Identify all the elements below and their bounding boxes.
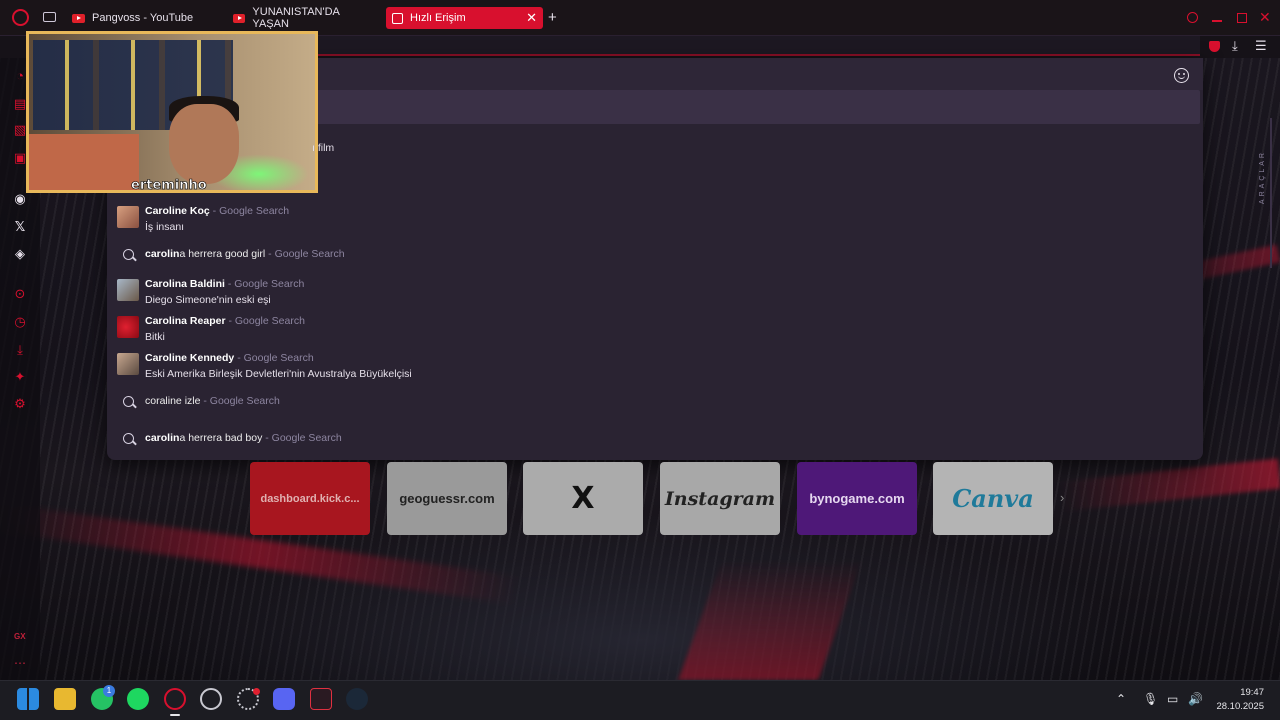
person-thumbnail — [117, 206, 139, 228]
speed-dial-x[interactable]: X — [523, 462, 643, 535]
suggestion-subtitle: İş insanı — [145, 221, 185, 233]
file-explorer-icon[interactable] — [54, 688, 76, 710]
suggestion-bold: Caroline Koç — [145, 205, 210, 217]
suggestion-subtitle: Eski Amerika Birleşik Devletleri'nin Avu… — [145, 368, 412, 380]
speed-dial-bynogame[interactable]: bynogame.com — [797, 462, 917, 535]
easy-setup-icon[interactable]: ☰ — [1255, 38, 1267, 54]
tab-speed-dial[interactable]: Hızlı Erişim ✕ — [386, 7, 543, 29]
suggestion-subtitle: Bitki — [145, 331, 165, 343]
search-icon — [123, 396, 134, 407]
more-icon[interactable]: ⋯ — [14, 656, 26, 670]
chevron-up-icon[interactable]: ⌃ — [1116, 692, 1126, 706]
suggestion-source: - Google Search — [224, 278, 305, 290]
taskbar — [0, 680, 1280, 720]
tools-label: ARAÇLAR — [1259, 150, 1266, 205]
discord-icon[interactable]: ◈ — [12, 246, 28, 262]
pepper-thumbnail — [117, 316, 139, 338]
suggestion-rest: coraline izle — [145, 395, 201, 407]
chevron-right-icon[interactable]: › — [1060, 490, 1064, 505]
maximize-icon[interactable] — [1237, 13, 1247, 23]
suggestion-source: - Google Search — [225, 315, 305, 327]
steam-icon[interactable] — [346, 688, 368, 710]
download-icon[interactable]: ⤓ — [1232, 38, 1238, 54]
tab-workspace-icon[interactable] — [43, 12, 56, 22]
close-tab-icon[interactable]: ✕ — [526, 10, 537, 26]
player-icon[interactable]: ⊙ — [12, 286, 28, 302]
clock-time: 19:47 — [1240, 687, 1264, 698]
tab-label: Hızlı Erişim — [410, 12, 466, 24]
suggestion-bold: Carolina Baldini — [145, 278, 225, 290]
youtube-icon — [72, 13, 85, 23]
new-tab-button[interactable]: + — [548, 9, 557, 26]
speed-dial-kick[interactable]: dashboard.kick.c... — [250, 462, 370, 535]
suggestion-source: - Google Search — [200, 395, 280, 407]
speed-dial-geoguessr[interactable]: geoguessr.com — [387, 462, 507, 535]
close-window-icon[interactable]: ✕ — [1259, 9, 1271, 26]
suggestion-bold: carolin — [145, 432, 180, 444]
person-thumbnail — [117, 353, 139, 375]
microphone-icon[interactable]: 🎙 — [1143, 692, 1158, 706]
person-thumbnail — [117, 279, 139, 301]
tab-youtube-pangvoss[interactable]: Pangvoss - YouTube — [66, 7, 226, 29]
tab-youtube-yunanistan[interactable]: YUNANİSTAN'DA YAŞAN — [227, 7, 379, 29]
history-icon[interactable]: ◷ — [12, 314, 28, 330]
speed-dial-icon — [392, 12, 403, 24]
speed-dial-instagram[interactable]: Instagram — [660, 462, 780, 535]
suggestion-rest: a herrera bad boy — [179, 432, 263, 444]
x-icon[interactable]: 𝕏 — [12, 219, 28, 235]
speed-dial-canva[interactable]: Canva — [933, 462, 1053, 535]
extensions-icon[interactable]: ✦ — [12, 369, 28, 385]
address-bar[interactable] — [300, 36, 1200, 56]
volume-icon[interactable]: 🔊 — [1188, 692, 1203, 706]
spotify-icon[interactable] — [127, 688, 149, 710]
clock-date: 28.10.2025 — [1216, 701, 1264, 712]
speedometer-icon[interactable] — [200, 688, 222, 710]
shield-icon[interactable] — [1209, 41, 1220, 52]
notification-badge: 1 — [103, 685, 115, 697]
tab-label: YUNANİSTAN'DA YAŞAN — [252, 7, 340, 29]
suggestion-source: - Google Search — [234, 352, 314, 364]
suggestion-subtitle: Diego Simeone'nin eski eşi — [145, 294, 271, 306]
network-icon[interactable]: ▭ — [1167, 692, 1178, 706]
streamer — [169, 104, 239, 184]
suggestion-bold: carolin — [145, 248, 180, 260]
active-app-indicator — [170, 714, 180, 716]
suggestion-bold: Caroline Kennedy — [145, 352, 235, 364]
youtube-icon — [233, 13, 246, 23]
search-icon — [123, 249, 134, 260]
search-icon — [123, 433, 134, 444]
minimize-icon[interactable] — [1212, 20, 1222, 22]
suggestion-source: - Google Search — [262, 432, 342, 444]
downloads-icon[interactable]: ⤓ — [12, 342, 28, 358]
opera-menu-icon[interactable] — [12, 9, 29, 26]
windows-start-icon[interactable] — [17, 688, 39, 710]
search-tabs-icon[interactable] — [1187, 12, 1198, 23]
emoji-icon[interactable] — [1174, 68, 1189, 83]
system-clock[interactable]: 19:47 28.10.2025 — [1216, 686, 1264, 714]
gx-label: GX — [14, 632, 26, 641]
opera-gx-icon[interactable] — [164, 688, 186, 710]
suggestion-rest: a herrera good girl — [179, 248, 266, 260]
settings-icon[interactable]: ⚙ — [12, 396, 28, 412]
discord-icon[interactable] — [273, 688, 295, 710]
suggestion-source: - Google Search — [265, 248, 345, 260]
suggestion-source: - Google Search — [209, 205, 290, 217]
red-notification-dot — [253, 688, 260, 695]
suggestion-bold: Carolina Reaper — [145, 315, 226, 327]
valorant-icon[interactable] — [310, 688, 332, 710]
whatsapp-icon[interactable]: ◉ — [12, 191, 28, 207]
suggestion-text-fragment: ı film — [312, 142, 335, 154]
tab-label: Pangvoss - YouTube — [92, 12, 194, 24]
webcam-overlay: erteminho — [26, 31, 318, 193]
streamer-name: erteminho — [131, 178, 207, 193]
